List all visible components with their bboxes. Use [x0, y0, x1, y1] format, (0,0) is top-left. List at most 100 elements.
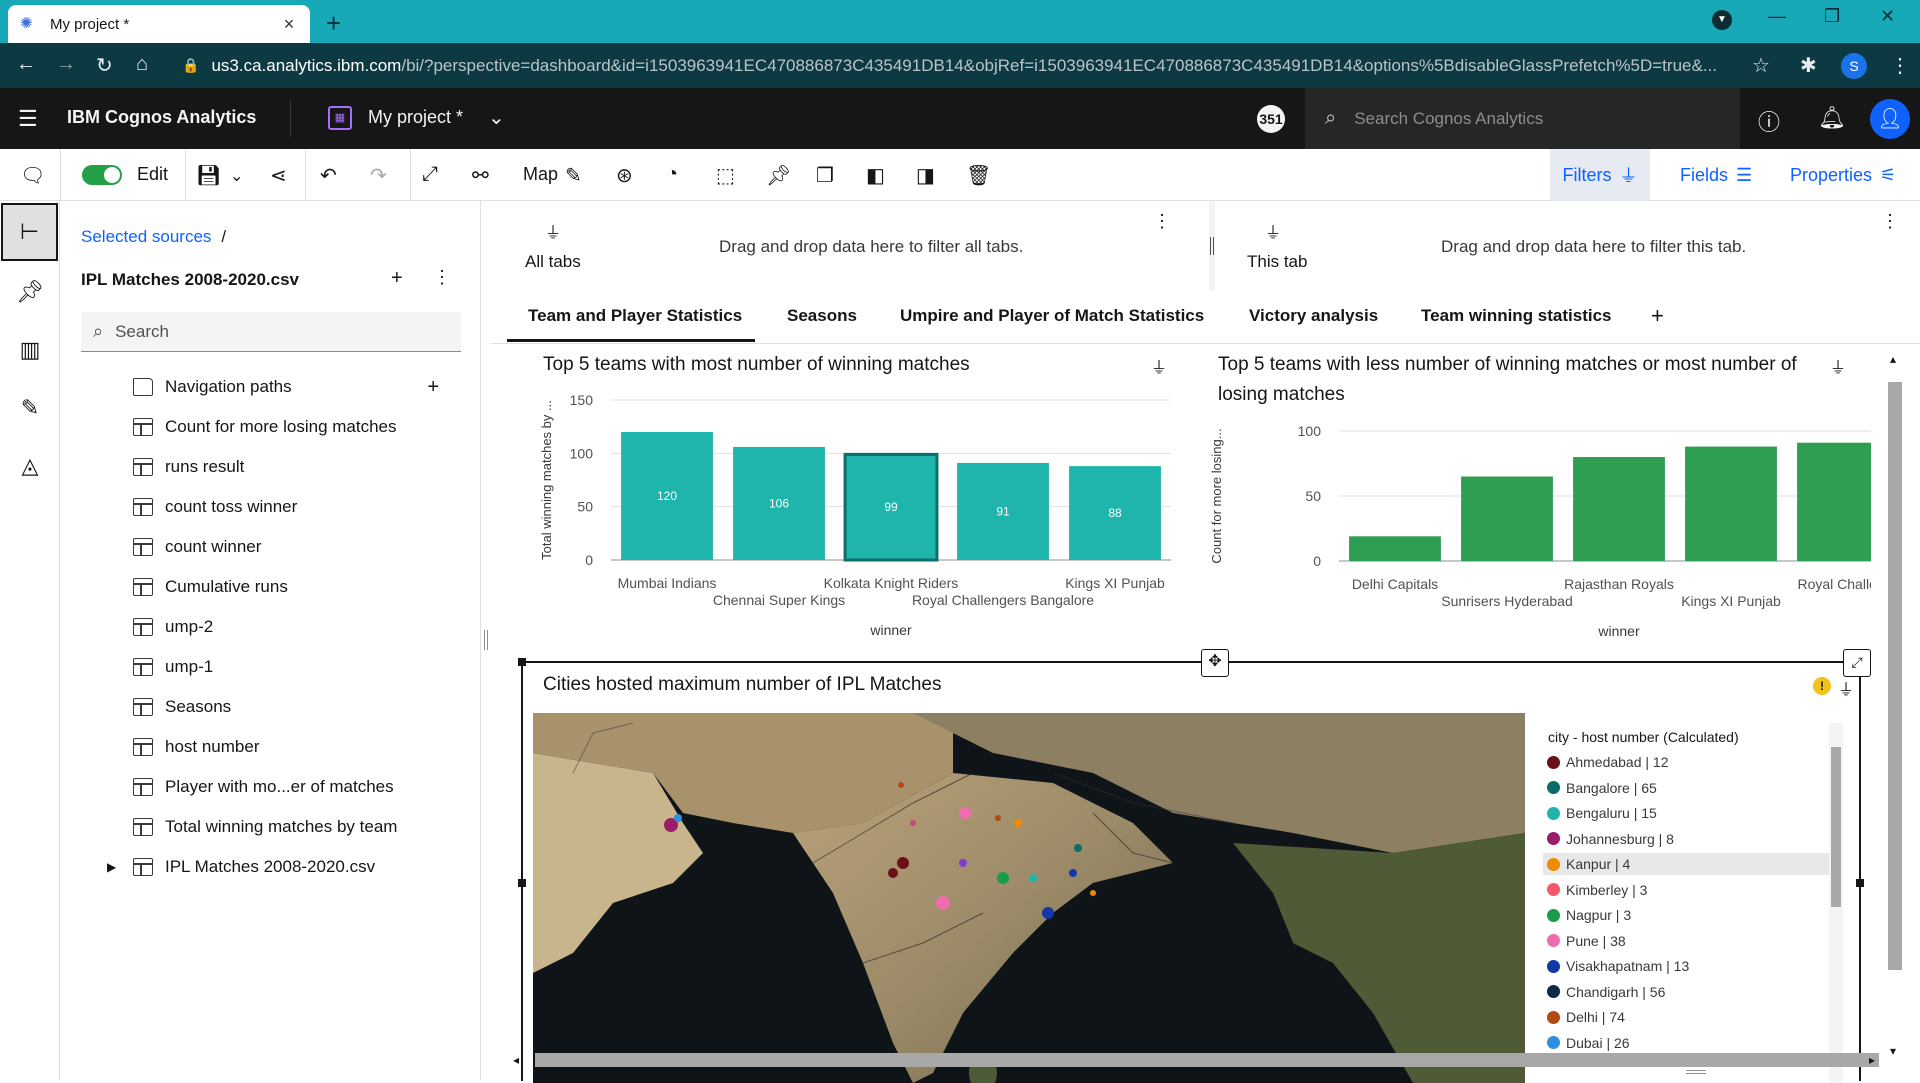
- all-tabs-filter-dropzone[interactable]: ⏚ All tabs Drag and drop data here to fi…: [491, 201, 1209, 291]
- legend-item[interactable]: Delhi | 74: [1543, 1006, 1841, 1028]
- bring-forward-icon[interactable]: ◧: [866, 163, 885, 188]
- map-widget[interactable]: ✥ ⤢ Cities hosted maximum number of IPL …: [518, 649, 1871, 1083]
- legend-item[interactable]: Chandigarh | 56: [1543, 981, 1841, 1003]
- map-settings-icon[interactable]: ✎: [565, 163, 582, 188]
- bookmark-star-icon[interactable]: ☆: [1752, 53, 1770, 78]
- marker-vizag-north[interactable]: [1069, 869, 1077, 877]
- source-tree-item[interactable]: ▶ IPL Matches 2008-2020.csv: [81, 847, 461, 887]
- source-tree-item[interactable]: host number: [81, 727, 461, 767]
- resize-handle[interactable]: [518, 879, 526, 887]
- marker-visakhapatnam[interactable]: [1042, 907, 1054, 919]
- marker-pune[interactable]: [936, 896, 950, 910]
- map-filter-icon[interactable]: ⏚: [1838, 676, 1854, 700]
- map-label[interactable]: Map: [523, 164, 558, 185]
- legend-scroll-thumb[interactable]: [1831, 747, 1841, 907]
- marker-ranchi[interactable]: [1090, 890, 1096, 896]
- legend-item[interactable]: Bangalore | 65: [1543, 777, 1841, 799]
- home-icon[interactable]: ⌂: [136, 53, 148, 76]
- chart2-filter-icon[interactable]: ⏚: [1830, 354, 1846, 378]
- add-tab-icon[interactable]: +: [1651, 303, 1664, 329]
- filter-splitter[interactable]: [1210, 237, 1214, 255]
- delete-icon[interactable]: 🗑︎: [966, 163, 991, 188]
- expand-icon[interactable]: ⤢: [422, 163, 438, 186]
- source-tree-item[interactable]: Count for more losing matches: [81, 407, 461, 447]
- marker-hyderabad-area[interactable]: [1029, 874, 1037, 882]
- scroll-left-icon[interactable]: ◂: [513, 1053, 519, 1067]
- source-tree-item[interactable]: ump-1: [81, 647, 461, 687]
- resize-handle[interactable]: [518, 658, 526, 666]
- pending-count-badge[interactable]: 351: [1257, 105, 1285, 133]
- tab-umpire-and-player-of-match[interactable]: Umpire and Player of Match Statistics: [900, 306, 1204, 326]
- source-tree-item[interactable]: Navigation paths +: [81, 367, 461, 407]
- all-tabs-more-icon[interactable]: ⋮: [1153, 211, 1171, 232]
- expand-caret-icon[interactable]: ▶: [107, 860, 116, 874]
- tab-search-icon[interactable]: ▼: [1712, 10, 1732, 30]
- marker-dubai[interactable]: [674, 814, 682, 822]
- scroll-right-icon[interactable]: ▸: [1869, 1053, 1875, 1067]
- marker-jaipur[interactable]: [910, 820, 916, 826]
- bar[interactable]: [1349, 536, 1441, 561]
- add-navigation-path-icon[interactable]: +: [427, 376, 439, 399]
- url-field[interactable]: 🔒 us3.ca.analytics.ibm.com/bi/?perspecti…: [170, 49, 1770, 82]
- source-tree-item[interactable]: Seasons: [81, 687, 461, 727]
- breadcrumb-link[interactable]: Selected sources: [81, 227, 211, 246]
- select-area-icon[interactable]: ⬚: [716, 163, 735, 188]
- marker-ahmedabad[interactable]: [897, 857, 909, 869]
- legend-item[interactable]: Kimberley | 3: [1543, 879, 1841, 901]
- project-name[interactable]: My project *: [368, 107, 463, 128]
- bar[interactable]: [1797, 442, 1871, 561]
- resize-handle[interactable]: [1856, 879, 1864, 887]
- minimize-icon[interactable]: —: [1768, 6, 1786, 27]
- back-icon[interactable]: ←: [16, 53, 36, 76]
- browser-menu-icon[interactable]: ⋮: [1890, 53, 1910, 78]
- browser-tab[interactable]: ✺ My project * ×: [8, 5, 310, 43]
- satellite-map[interactable]: [533, 713, 1525, 1083]
- this-tab-filter-dropzone[interactable]: ⏚ This tab Drag and drop data here to fi…: [1215, 201, 1920, 291]
- close-window-icon[interactable]: ✕: [1880, 6, 1895, 27]
- tab-victory-analysis[interactable]: Victory analysis: [1249, 306, 1378, 326]
- marker-delhi-area[interactable]: [995, 815, 1001, 821]
- legend-item[interactable]: Visakhapatnam | 13: [1543, 955, 1841, 977]
- warning-icon[interactable]: !: [1813, 677, 1831, 695]
- this-tab-more-icon[interactable]: ⋮: [1881, 211, 1899, 232]
- add-source-icon[interactable]: +: [391, 267, 403, 290]
- bottom-splitter[interactable]: [1686, 1070, 1706, 1074]
- marker-kanpur[interactable]: [1014, 819, 1022, 827]
- palette-icon[interactable]: ⊛: [616, 163, 633, 188]
- comment-icon[interactable]: 🗨︎: [20, 163, 45, 188]
- help-icon[interactable]: ⓘ: [1758, 105, 1780, 137]
- page-vertical-scroll-thumb[interactable]: [1888, 382, 1902, 970]
- scroll-up-icon[interactable]: ▴: [1890, 352, 1896, 366]
- properties-panel-tab[interactable]: Properties ⚟: [1790, 149, 1896, 201]
- bar[interactable]: [1461, 476, 1553, 562]
- move-icon[interactable]: ✥: [1201, 649, 1229, 677]
- marker-indore[interactable]: [959, 859, 967, 867]
- legend-item[interactable]: Kanpur | 4: [1543, 853, 1841, 875]
- widgets-rail-icon[interactable]: ✎: [0, 379, 60, 437]
- new-tab-button[interactable]: +: [326, 8, 341, 39]
- marker-punjab[interactable]: [898, 782, 904, 788]
- legend-item[interactable]: Bengaluru | 15: [1543, 802, 1841, 824]
- page-horizontal-scroll-thumb[interactable]: [535, 1053, 1879, 1067]
- legend-item[interactable]: Dubai | 26: [1543, 1032, 1841, 1054]
- fields-panel-tab[interactable]: Fields ☰: [1680, 149, 1752, 201]
- panel-splitter[interactable]: [484, 630, 488, 650]
- browser-profile-avatar[interactable]: S: [1841, 53, 1867, 79]
- source-tree-item[interactable]: runs result: [81, 447, 461, 487]
- copy-icon[interactable]: ❐: [816, 163, 834, 188]
- pin-icon[interactable]: 📌︎: [766, 163, 791, 188]
- legend-item[interactable]: Nagpur | 3: [1543, 904, 1841, 926]
- chart1-filter-icon[interactable]: ⏚: [1151, 354, 1167, 378]
- close-tab-icon[interactable]: ×: [280, 14, 298, 35]
- save-chevron-down-icon[interactable]: ⌄: [230, 166, 243, 186]
- source-tree-item[interactable]: ump-2: [81, 607, 461, 647]
- send-backward-icon[interactable]: ◨: [916, 163, 935, 188]
- source-tree-item[interactable]: count winner: [81, 527, 461, 567]
- marker-chandigarh-area[interactable]: [959, 807, 971, 819]
- maximize-icon[interactable]: ❐: [1824, 6, 1840, 27]
- hamburger-menu-icon[interactable]: ☰: [18, 106, 38, 132]
- legend-item[interactable]: Johannesburg | 8: [1543, 828, 1841, 850]
- legend-item[interactable]: Ahmedabad | 12: [1543, 751, 1841, 773]
- source-search-input[interactable]: ⌕ Search: [81, 312, 461, 352]
- undo-icon[interactable]: ↶: [320, 163, 337, 188]
